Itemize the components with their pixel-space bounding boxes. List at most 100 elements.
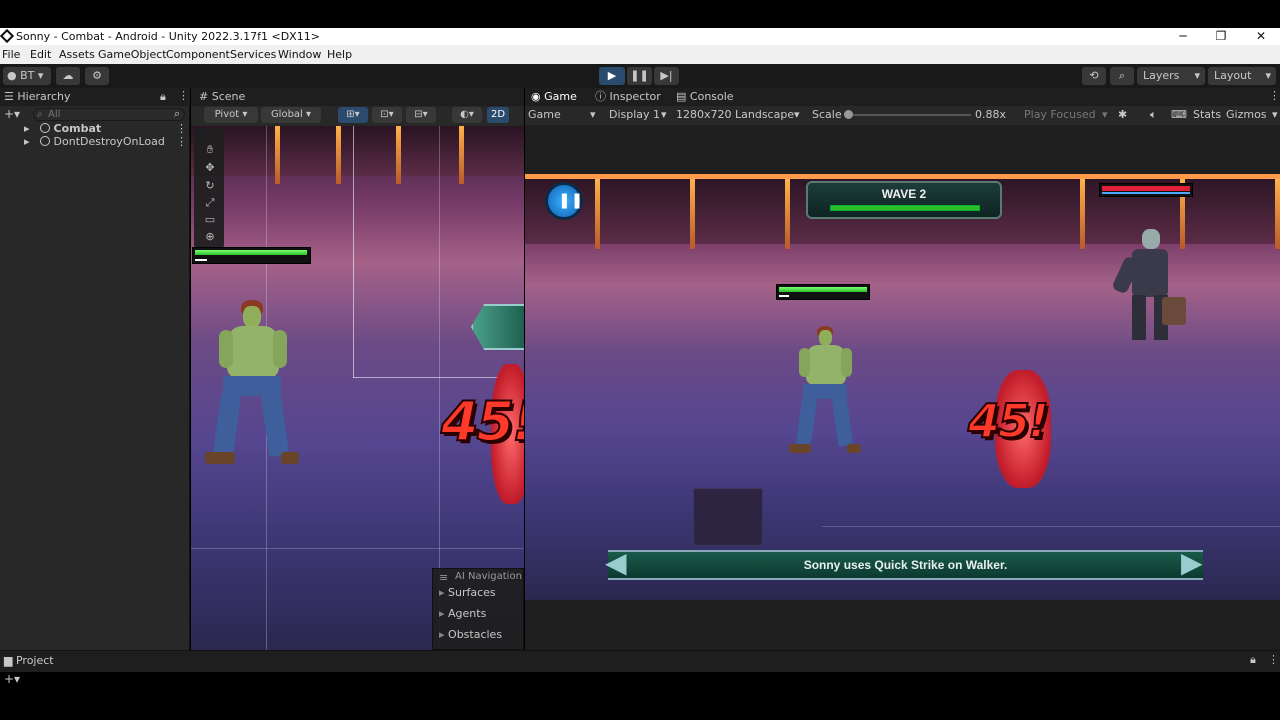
pause-button[interactable]: ❚❚ bbox=[545, 182, 583, 220]
kebab-menu-icon[interactable]: ⋮ bbox=[1268, 653, 1279, 666]
step-button[interactable]: ▶| bbox=[654, 67, 679, 85]
move-tool-icon[interactable]: ✥ bbox=[199, 160, 221, 176]
scale-tool-icon[interactable]: ⤢ bbox=[199, 195, 221, 211]
info-icon: ⓘ bbox=[595, 90, 606, 103]
damage-number: 45! bbox=[440, 389, 524, 454]
toggle-2d-button[interactable]: 2D bbox=[487, 107, 509, 123]
lock-icon[interactable]: 🔒︎ bbox=[1250, 653, 1256, 667]
lock-icon[interactable]: 🔒︎ bbox=[160, 90, 166, 104]
gizmos-dropdown[interactable]: Gizmos ▾ bbox=[1226, 108, 1278, 121]
hierarchy-item-combat[interactable]: ▸ Combat bbox=[24, 122, 101, 135]
walker-zombie-sprite[interactable] bbox=[1110, 229, 1190, 354]
ai-nav-obstacles[interactable]: ▸ Obstacles bbox=[439, 628, 502, 641]
tab-scene[interactable]: # Scene bbox=[199, 88, 245, 106]
game-toolbar: Game ▾ Display 1 ▾ 1280x720 Landscape ▾ Sca… bbox=[525, 106, 1280, 125]
tab-scene-label: Scene bbox=[211, 90, 246, 103]
add-object-button[interactable]: +▾ bbox=[4, 107, 20, 121]
menu-assets[interactable]: Assets bbox=[59, 48, 95, 61]
menu-help[interactable]: Help bbox=[327, 48, 352, 61]
cloud-button[interactable]: ☁ bbox=[56, 67, 80, 85]
game-view-dropdown[interactable]: Game ▾ bbox=[528, 108, 596, 121]
expand-arrow-icon: ▸ bbox=[439, 586, 449, 599]
ai-nav-surfaces[interactable]: ▸ Surfaces bbox=[439, 586, 496, 599]
tab-hierarchy[interactable]: ☰ Hierarchy bbox=[4, 88, 71, 106]
unity-scene-icon bbox=[39, 136, 50, 146]
menu-file[interactable]: File bbox=[2, 48, 20, 61]
snap-increment-button[interactable]: ⊡▾ bbox=[372, 107, 402, 123]
pivot-dropdown[interactable]: Pivot ▾ bbox=[204, 107, 258, 123]
gizmos-label: Gizmos bbox=[1226, 108, 1267, 121]
keyboard-icon[interactable]: ⌨ bbox=[1171, 108, 1187, 121]
hierarchy-item-dontdestroyonload[interactable]: ▸ DontDestroyOnLoad bbox=[24, 135, 165, 148]
close-button[interactable]: ✕ bbox=[1249, 28, 1273, 45]
tab-hierarchy-label: Hierarchy bbox=[17, 90, 71, 103]
expand-arrow-icon: ▸ bbox=[439, 628, 449, 641]
menu-component[interactable]: Component bbox=[166, 48, 230, 61]
game-viewport[interactable]: ❚❚ WAVE 2 45! Sonny uses Quick Strike on… bbox=[525, 174, 1280, 600]
unity-logo-icon bbox=[0, 28, 15, 44]
tab-game[interactable]: ◉ Game bbox=[531, 88, 577, 106]
history-button[interactable]: ⟲ bbox=[1082, 67, 1106, 85]
jeans bbox=[803, 384, 847, 399]
display-label: Display 1 bbox=[609, 108, 661, 121]
jeans-leg bbox=[795, 397, 818, 447]
hierarchy-search-input[interactable]: ⌕ All bbox=[33, 108, 185, 121]
account-dropdown[interactable]: ● BT ▾ bbox=[3, 67, 51, 85]
bug-icon[interactable]: ✱ bbox=[1118, 108, 1127, 121]
toggle-2d-label: 2D bbox=[490, 109, 506, 120]
layers-dropdown[interactable]: Layers ▾ bbox=[1137, 67, 1205, 85]
kebab-menu-icon[interactable]: ⋮ bbox=[1269, 89, 1280, 102]
scale-slider-track[interactable] bbox=[847, 114, 971, 116]
tab-project[interactable]: ▆ Project bbox=[4, 654, 54, 667]
tab-inspector[interactable]: ⓘ Inspector bbox=[595, 88, 661, 106]
hand-tool-icon[interactable]: ✋︎ bbox=[199, 142, 221, 158]
kebab-menu-icon[interactable]: ⋮ bbox=[176, 122, 187, 135]
speaker-icon[interactable]: 🔈︎ bbox=[1150, 108, 1157, 122]
menu-edit[interactable]: Edit bbox=[30, 48, 51, 61]
ai-nav-agents[interactable]: ▸ Agents bbox=[439, 607, 486, 620]
draw-mode-button[interactable]: ◐▾ bbox=[452, 107, 482, 123]
chevron-down-icon: ▾ bbox=[1102, 108, 1108, 121]
minimize-button[interactable]: ─ bbox=[1171, 28, 1195, 45]
layout-dropdown[interactable]: Layout ▾ bbox=[1208, 67, 1276, 85]
display-dropdown[interactable]: Display 1 ▾ bbox=[609, 108, 667, 121]
player-sprite[interactable] bbox=[789, 326, 861, 460]
pivot-label: Pivot bbox=[214, 109, 240, 120]
menu-window[interactable]: Window bbox=[278, 48, 321, 61]
scene-filter-icon[interactable]: ⌕ bbox=[174, 107, 180, 121]
pause-button[interactable]: ❚❚ bbox=[627, 67, 652, 85]
transform-tool-icon[interactable]: ⊕ bbox=[199, 229, 221, 245]
scale-slider-thumb[interactable] bbox=[844, 110, 853, 119]
gear-icon: ⚙ bbox=[92, 69, 102, 82]
menu-gameobject[interactable]: GameObject bbox=[98, 48, 167, 61]
layers-label: Layers bbox=[1143, 69, 1180, 82]
ai-navigation-overlay: ≡ AI Navigation ▸ Surfaces ▸ Agents ▸ Ob… bbox=[432, 568, 524, 650]
rect-tool-icon[interactable]: ▭ bbox=[199, 212, 221, 228]
rotate-tool-icon[interactable]: ↻ bbox=[199, 178, 221, 194]
game-pillar bbox=[1080, 179, 1085, 249]
add-asset-button[interactable]: +▾ bbox=[4, 672, 20, 686]
global-dropdown[interactable]: Global ▾ bbox=[261, 107, 321, 123]
head bbox=[243, 306, 261, 328]
shading-sphere-icon: ◐▾ bbox=[460, 109, 474, 120]
grid-snap-button[interactable]: ⊞▾ bbox=[338, 107, 368, 123]
search-button[interactable]: ⌕ bbox=[1110, 67, 1134, 85]
kebab-menu-icon[interactable]: ⋮ bbox=[178, 89, 189, 102]
player-sprite[interactable] bbox=[205, 300, 299, 475]
tab-console[interactable]: ▤ Console bbox=[676, 88, 734, 106]
list-icon: ☰ bbox=[4, 90, 14, 103]
view-options-button[interactable]: ⊟▾ bbox=[406, 107, 436, 123]
menu-services[interactable]: Services bbox=[230, 48, 276, 61]
restore-button[interactable]: ❐ bbox=[1209, 28, 1233, 45]
collab-button[interactable]: ⚙ bbox=[85, 67, 109, 85]
stats-button[interactable]: Stats bbox=[1193, 108, 1221, 121]
ai-nav-item-label: Agents bbox=[448, 607, 487, 620]
resolution-dropdown[interactable]: 1280x720 Landscape ▾ bbox=[676, 108, 800, 121]
play-button[interactable]: ▶ bbox=[599, 67, 625, 85]
drag-handle-icon[interactable]: ≡ bbox=[439, 571, 448, 584]
kebab-menu-icon[interactable]: ⋮ bbox=[176, 135, 187, 148]
play-mode-dropdown[interactable]: Play Focused ▾ bbox=[1024, 108, 1108, 121]
search-icon: ⌕ bbox=[1118, 69, 1126, 82]
health-fill bbox=[779, 287, 867, 292]
scene-panel[interactable]: # Scene Pivot ▾ Global ▾ ⊞▾ ⊡▾ ⊟▾ ◐▾ 2D … bbox=[191, 88, 524, 650]
